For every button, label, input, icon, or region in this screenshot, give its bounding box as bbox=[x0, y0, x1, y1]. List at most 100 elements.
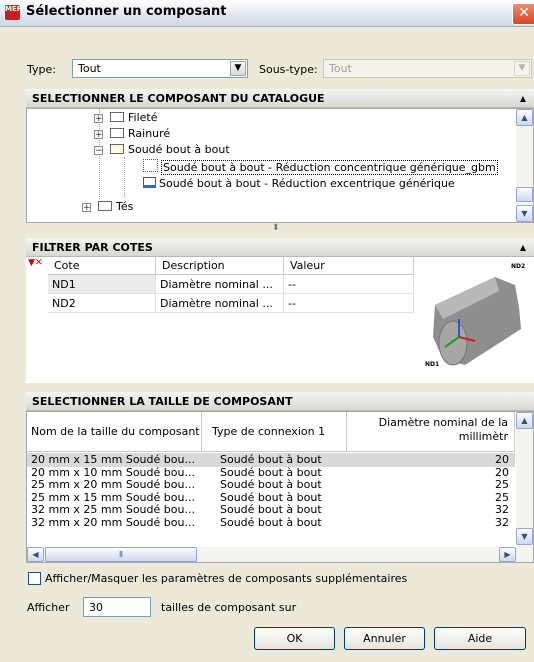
diameter-cell: 32 bbox=[495, 515, 509, 529]
subtype-value: Tout bbox=[329, 62, 352, 75]
clear-filter-icon[interactable]: ▼✕ bbox=[28, 258, 42, 268]
size-table[interactable]: Nom de la taille du composant Type de co… bbox=[26, 411, 534, 563]
expand-icon[interactable]: + bbox=[94, 114, 103, 124]
table-row[interactable]: 20 mm x 10 mm Soudé bou... Soudé bout à b… bbox=[27, 466, 515, 479]
window-title: Sélectionner un composant bbox=[26, 4, 227, 19]
diameter-cell: 20 bbox=[495, 453, 509, 466]
catalog-tree[interactable]: + Fileté + Rainuré − Soudé bout à bout S… bbox=[26, 108, 534, 223]
diameter-cell: 25 bbox=[495, 478, 509, 491]
table-row[interactable]: 32 mm x 25 mm Soudé bou... Soudé bout à b… bbox=[27, 503, 515, 516]
scroll-thumb[interactable]: ⦀ bbox=[45, 547, 197, 562]
ok-button[interactable]: OK bbox=[254, 627, 335, 650]
size-name-cell: 20 mm x 10 mm Soudé bou... bbox=[31, 465, 195, 479]
chevron-down-icon[interactable]: ▼ bbox=[230, 61, 246, 76]
collapse-arrow-icon[interactable]: ▲ bbox=[520, 238, 526, 257]
connection-cell: Soudé bout à bout bbox=[220, 453, 322, 466]
column-header-description[interactable]: Description bbox=[156, 257, 284, 275]
catalog-heading: SELECTIONNER LE COMPOSANT DU CATALOGUE bbox=[32, 92, 325, 105]
expand-icon[interactable]: + bbox=[82, 203, 91, 213]
diameter-cell: 32 bbox=[495, 503, 509, 516]
connection-cell: Soudé bout à bout bbox=[220, 478, 322, 491]
table-row[interactable]: 32 mm x 20 mm Soudé bou... Soudé bout à b… bbox=[27, 516, 515, 529]
close-button[interactable]: ✕ bbox=[512, 3, 534, 25]
scroll-down-icon[interactable]: ▼ bbox=[516, 205, 533, 222]
show-hide-params-checkbox[interactable] bbox=[28, 572, 41, 585]
column-header-cote[interactable]: Cote bbox=[48, 257, 156, 275]
tree-item-label: Soudé bout à bout - Réduction excentriqu… bbox=[159, 177, 455, 190]
table-row[interactable]: 25 mm x 15 mm Soudé bou... Soudé bout à b… bbox=[27, 491, 515, 504]
diameter-header-line1: Diamètre nominal de la bbox=[378, 416, 508, 429]
connection-cell: Soudé bout à bout bbox=[220, 490, 322, 504]
scroll-up-icon[interactable]: ▲ bbox=[516, 412, 533, 429]
size-name-cell: 32 mm x 25 mm Soudé bou... bbox=[31, 503, 195, 516]
filter-section-header[interactable]: FILTRER PAR COTES ▲ bbox=[26, 238, 534, 257]
collapse-icon[interactable]: − bbox=[94, 146, 103, 156]
connection-cell: Soudé bout à bout bbox=[220, 515, 322, 529]
show-hide-params-label[interactable]: Afficher/Masquer les paramètres de compo… bbox=[45, 572, 407, 585]
subtype-combo: Tout ▼ bbox=[323, 59, 532, 78]
diameter-cell: 25 bbox=[495, 490, 509, 504]
show-count-value: 30 bbox=[89, 601, 103, 614]
valeur-cell[interactable]: -- bbox=[284, 294, 414, 313]
description-cell: Diamètre nominal ... bbox=[156, 294, 284, 313]
type-value: Tout bbox=[78, 62, 101, 75]
column-header-diameter[interactable]: Diamètre nominal de la millimètr bbox=[347, 412, 515, 452]
valeur-cell[interactable]: -- bbox=[284, 275, 414, 294]
cote-cell[interactable]: ND1 bbox=[48, 275, 156, 294]
size-horizontal-scrollbar[interactable]: ◀ ⦀ ▶ bbox=[27, 547, 533, 562]
folder-icon bbox=[110, 112, 124, 122]
left-strip bbox=[0, 27, 25, 662]
type-combo[interactable]: Tout ▼ bbox=[72, 59, 248, 78]
folder-icon bbox=[98, 201, 112, 211]
chevron-down-icon: ▼ bbox=[514, 61, 530, 76]
catalog-scrollbar[interactable]: ▲ ▼ bbox=[516, 109, 533, 222]
app-icon: MEP bbox=[5, 5, 22, 20]
size-name-cell: 20 mm x 15 mm Soudé bou... bbox=[31, 453, 195, 466]
show-count-input[interactable]: 30 bbox=[83, 597, 151, 617]
column-header-valeur[interactable]: Valeur bbox=[284, 257, 414, 275]
filter-heading: FILTRER PAR COTES bbox=[32, 241, 153, 254]
size-section-header: SELECTIONNER LA TAILLE DE COMPOSANT bbox=[26, 392, 534, 411]
tree-item-reduction-excentrique[interactable]: Soudé bout à bout - Réduction excentriqu… bbox=[143, 176, 455, 192]
tree-item-label: Tés bbox=[116, 200, 134, 213]
connection-cell: Soudé bout à bout bbox=[220, 465, 322, 479]
diameter-cell: 20 bbox=[495, 465, 509, 479]
table-row[interactable]: 25 mm x 20 mm Soudé bou... Soudé bout à b… bbox=[27, 478, 515, 491]
cote-cell[interactable]: ND2 bbox=[48, 294, 156, 313]
size-name-cell: 25 mm x 15 mm Soudé bou... bbox=[31, 490, 195, 504]
splitter-handle-icon[interactable]: ⬍ bbox=[272, 223, 280, 233]
cancel-button[interactable]: Annuler bbox=[344, 627, 425, 650]
column-header-size-name[interactable]: Nom de la taille du composant bbox=[27, 412, 202, 452]
part-icon bbox=[143, 177, 156, 188]
size-name-cell: 32 mm x 20 mm Soudé bou... bbox=[31, 515, 195, 529]
filter-panel: ▼✕ Cote Description Valeur ND1 Diamètre … bbox=[26, 257, 534, 383]
scroll-down-icon[interactable]: ▼ bbox=[516, 528, 533, 545]
catalog-section-header[interactable]: SELECTIONNER LE COMPOSANT DU CATALOGUE ▲ bbox=[26, 89, 534, 108]
part-icon bbox=[143, 159, 158, 172]
table-row[interactable]: 20 mm x 15 mm Soudé bou... Soudé bout à b… bbox=[27, 453, 515, 466]
preview-label-nd2: ND2 bbox=[511, 263, 526, 270]
tree-item-label: Rainuré bbox=[128, 127, 171, 140]
scroll-up-icon[interactable]: ▲ bbox=[516, 109, 533, 126]
connection-cell: Soudé bout à bout bbox=[220, 503, 322, 516]
size-heading: SELECTIONNER LA TAILLE DE COMPOSANT bbox=[32, 395, 293, 408]
help-button[interactable]: Aide bbox=[434, 627, 526, 650]
description-cell: Diamètre nominal ... bbox=[156, 275, 284, 294]
tree-line bbox=[124, 157, 125, 197]
size-vertical-scrollbar[interactable]: ▲ ▼ bbox=[516, 412, 533, 547]
scroll-left-icon[interactable]: ◀ bbox=[27, 547, 44, 562]
diameter-header-line2: millimètr bbox=[458, 430, 508, 443]
collapse-arrow-icon[interactable]: ▲ bbox=[520, 89, 526, 108]
subtype-label: Sous-type: bbox=[259, 63, 318, 76]
tree-item-label: Soudé bout à bout - Réduction concentriq… bbox=[161, 160, 498, 175]
close-icon: ✕ bbox=[518, 5, 530, 21]
expand-icon[interactable]: + bbox=[94, 130, 103, 140]
show-suffix-label: tailles de composant sur bbox=[161, 601, 297, 614]
column-header-connection[interactable]: Type de connexion 1 bbox=[202, 412, 347, 452]
scroll-right-icon[interactable]: ▶ bbox=[499, 547, 516, 562]
tree-item-reduction-concentrique[interactable]: Soudé bout à bout - Réduction concentriq… bbox=[143, 159, 498, 175]
size-name-cell: 25 mm x 20 mm Soudé bou... bbox=[31, 478, 195, 491]
tree-item-label: Soudé bout à bout bbox=[128, 143, 230, 156]
filter-grid[interactable]: ▼✕ Cote Description Valeur ND1 Diamètre … bbox=[26, 257, 414, 383]
scroll-thumb[interactable] bbox=[516, 187, 533, 202]
